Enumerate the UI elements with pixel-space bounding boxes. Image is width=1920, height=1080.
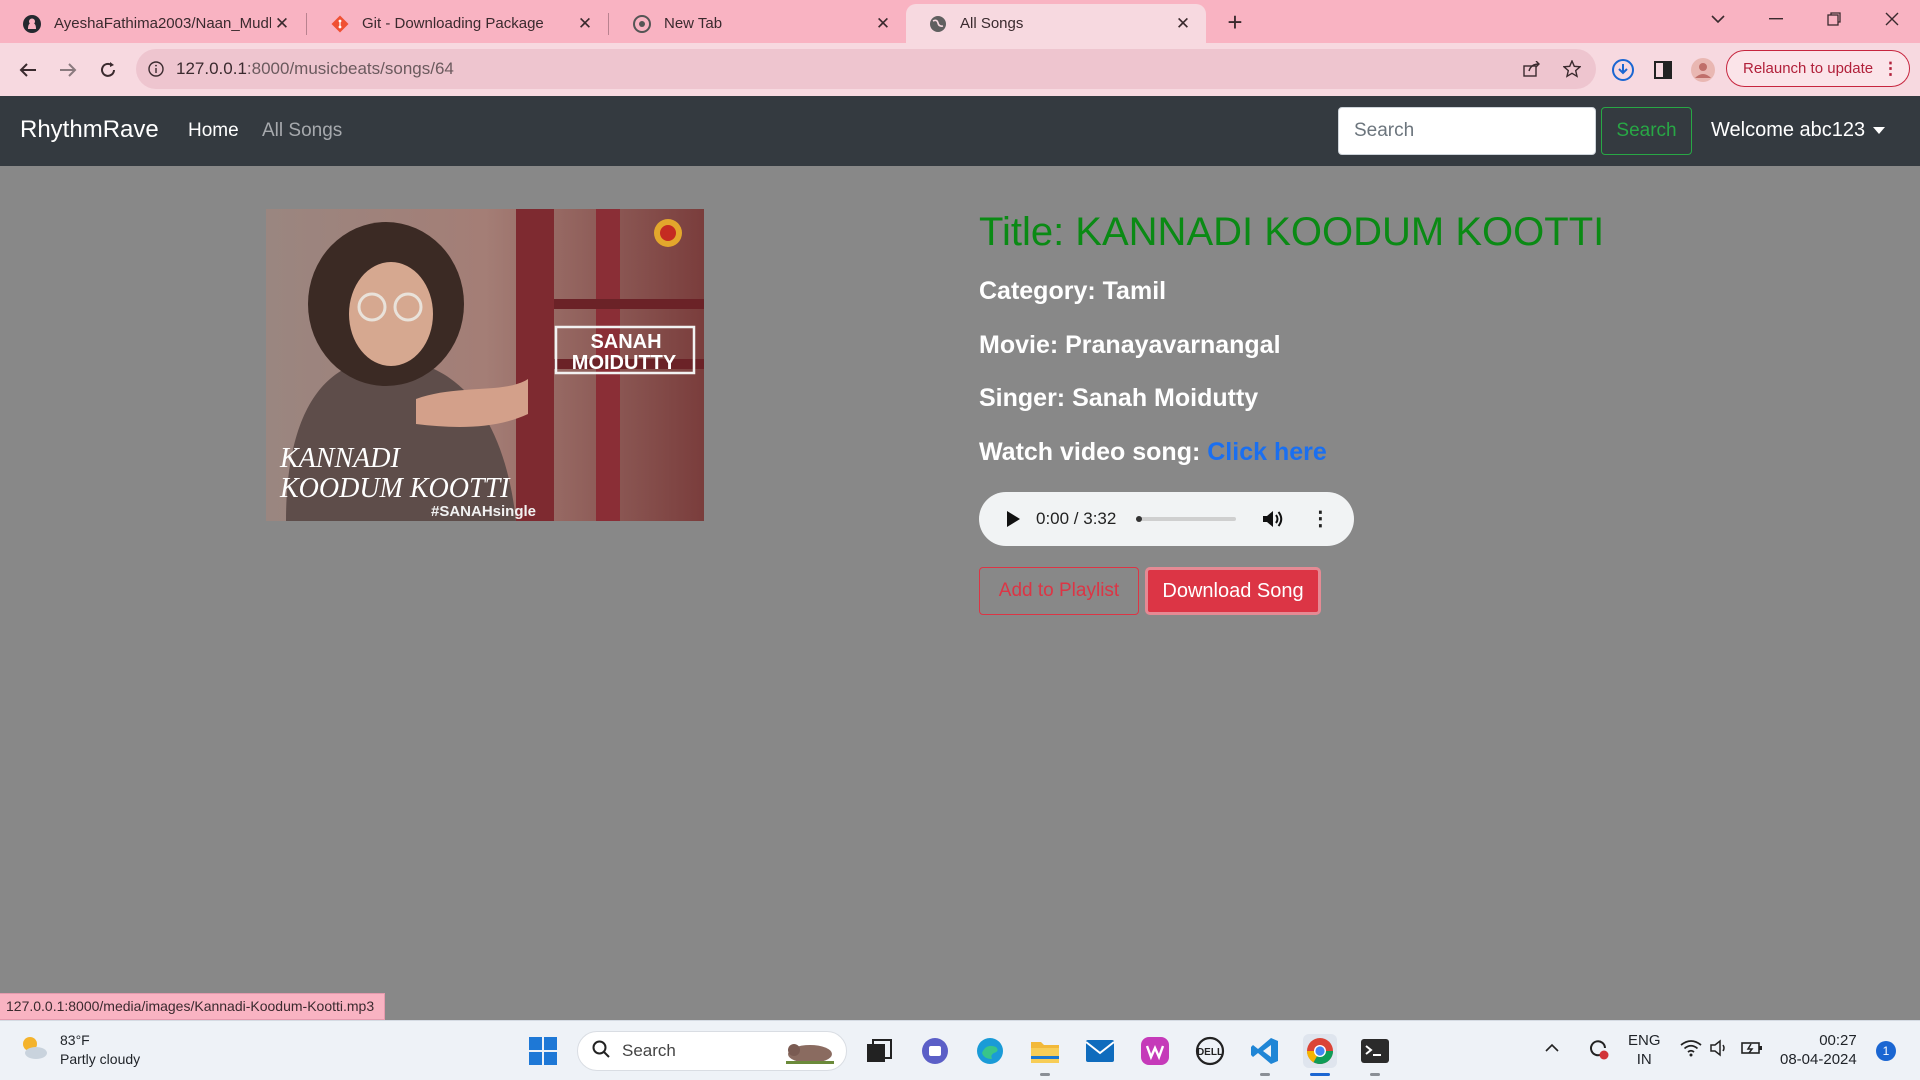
close-icon[interactable]: ✕ [872, 14, 894, 34]
song-video: Watch video song: Click here [979, 438, 1327, 466]
audio-seek-slider[interactable] [1136, 516, 1237, 522]
site-info-icon[interactable] [136, 61, 176, 77]
cover-tag: #SANAHsingle [431, 503, 536, 520]
welcome-text: Welcome abc123 [1711, 119, 1866, 141]
weather-condition: Partly cloudy [60, 1051, 141, 1067]
close-window-icon[interactable] [1864, 0, 1920, 38]
search-highlight-icon [780, 1038, 836, 1071]
download-icon[interactable] [1607, 54, 1639, 86]
nav-all-songs-link[interactable]: All Songs [262, 120, 342, 142]
back-arrow-icon[interactable] [12, 54, 44, 86]
show-hidden-icons-chevron[interactable] [1545, 1039, 1559, 1058]
relaunch-update-button[interactable]: Relaunch to update ⋮ [1726, 50, 1910, 87]
song-details: Title: KANNADI KOODUM KOOTTI Category: T… [979, 206, 1879, 471]
tab-title: Git - Downloading Package [362, 15, 544, 32]
download-song-button[interactable]: Download Song [1145, 567, 1321, 615]
sync-alert-icon[interactable] [1586, 1037, 1610, 1066]
chrome-icon [632, 14, 652, 34]
tab-github[interactable]: AyeshaFathima2003/Naan_Mudh ✕ [0, 4, 305, 43]
close-icon[interactable]: ✕ [271, 14, 293, 34]
search-input[interactable] [1338, 107, 1596, 155]
album-cover-image: SANAH MOIDUTTY KANNADI KOODUM KOOTTI #SA… [266, 209, 704, 521]
reload-icon[interactable] [92, 54, 124, 86]
song-title: Title: KANNADI KOODUM KOOTTI [979, 210, 1605, 254]
wps-office-icon[interactable] [1138, 1034, 1172, 1068]
bookmark-star-icon[interactable] [1554, 49, 1590, 89]
globe-icon [928, 14, 948, 34]
user-menu-dropdown[interactable]: Welcome abc123 [1711, 119, 1886, 142]
notification-badge[interactable]: 1 [1876, 1041, 1896, 1061]
tab-title: New Tab [664, 15, 723, 32]
site-navbar: RhythmRave Home All Songs Search Welcome… [0, 96, 1920, 166]
taskbar-search[interactable]: Search [577, 1031, 847, 1071]
tab-git-download[interactable]: Git - Downloading Package ✕ [308, 4, 608, 43]
weather-widget[interactable]: 83°F Partly cloudy [18, 1031, 140, 1069]
site-brand[interactable]: RhythmRave [20, 116, 159, 144]
tab-title: All Songs [960, 15, 1024, 32]
cover-song-line1: KANNADI [279, 443, 401, 474]
vscode-icon[interactable] [1248, 1034, 1282, 1068]
teams-chat-icon[interactable] [918, 1034, 952, 1068]
clock-time: 00:27 [1819, 1032, 1857, 1049]
more-menu-icon[interactable]: ⋮ [1882, 59, 1899, 79]
new-tab-button[interactable]: + [1220, 8, 1250, 38]
tab-search-chevron-icon[interactable] [1690, 0, 1746, 38]
share-icon[interactable] [1514, 49, 1550, 89]
tab-new-tab[interactable]: New Tab ✕ [610, 4, 906, 43]
audio-player: 0:00 / 3:32 ⋮ [979, 492, 1354, 546]
forward-arrow-icon[interactable] [52, 54, 84, 86]
github-icon [22, 14, 42, 34]
nav-home-link[interactable]: Home [188, 120, 239, 142]
partly-cloudy-icon [18, 1032, 50, 1069]
song-singer: Singer: Sanah Moidutty [979, 384, 1259, 412]
input-language[interactable]: ENG IN [1628, 1031, 1661, 1069]
audio-time: 0:00 / 3:32 [1036, 509, 1117, 528]
wifi-icon[interactable] [1680, 1039, 1702, 1062]
close-icon[interactable]: ✕ [1172, 14, 1194, 34]
svg-text:DELL: DELL [1197, 1047, 1223, 1058]
browser-tab-strip: AyeshaFathima2003/Naan_Mudh ✕ Git - Down… [0, 0, 1920, 43]
weather-temperature: 83°F [60, 1032, 90, 1048]
git-icon [330, 14, 350, 34]
file-explorer-icon[interactable] [1028, 1034, 1062, 1068]
edge-icon[interactable] [973, 1034, 1007, 1068]
close-icon[interactable]: ✕ [574, 14, 596, 34]
song-movie: Movie: Pranayavarnangal [979, 331, 1281, 359]
search-button[interactable]: Search [1601, 107, 1692, 155]
dell-icon[interactable]: DELL [1193, 1034, 1227, 1068]
profile-avatar-icon[interactable] [1687, 54, 1719, 86]
task-view-icon[interactable] [862, 1034, 896, 1068]
cover-artist-line2: MOIDUTTY [572, 352, 677, 374]
play-icon[interactable] [1007, 511, 1020, 527]
windows-taskbar: 83°F Partly cloudy Search DELL ENG IN 00… [0, 1020, 1920, 1080]
cover-artist-line1: SANAH [590, 331, 661, 353]
search-icon [592, 1040, 610, 1063]
watch-video-link[interactable]: Click here [1207, 438, 1327, 466]
taskbar-search-label: Search [622, 1041, 676, 1060]
link-status-bubble: 127.0.0.1:8000/media/images/Kannadi-Kood… [0, 993, 386, 1020]
audio-more-options-icon[interactable]: ⋮ [1310, 509, 1330, 529]
tab-title: AyeshaFathima2003/Naan_Mudh [54, 15, 271, 32]
url-text: 127.0.0.1:8000/musicbeats/songs/64 [176, 59, 454, 78]
side-panel-icon[interactable] [1647, 54, 1679, 86]
add-to-playlist-button[interactable]: Add to Playlist [979, 567, 1139, 615]
clock-date: 08-04-2024 [1780, 1051, 1857, 1068]
chrome-taskbar-icon[interactable] [1303, 1034, 1337, 1068]
windows-start-icon[interactable] [526, 1034, 560, 1068]
browser-toolbar: 127.0.0.1:8000/musicbeats/songs/64 Relau… [0, 43, 1920, 96]
song-category: Category: Tamil [979, 277, 1167, 305]
address-bar[interactable]: 127.0.0.1:8000/musicbeats/songs/64 [136, 49, 1596, 89]
speaker-icon[interactable] [1710, 1039, 1730, 1062]
tab-all-songs[interactable]: All Songs ✕ [906, 4, 1206, 43]
system-clock[interactable]: 00:27 08-04-2024 [1780, 1031, 1857, 1069]
cover-song-line2: KOODUM KOOTTI [279, 473, 511, 504]
caret-down-icon [1873, 127, 1886, 134]
battery-icon[interactable] [1740, 1039, 1764, 1062]
minimize-icon[interactable] [1748, 0, 1804, 38]
mail-icon[interactable] [1083, 1034, 1117, 1068]
volume-icon[interactable] [1262, 508, 1284, 530]
terminal-icon[interactable] [1358, 1034, 1392, 1068]
restore-icon[interactable] [1806, 0, 1862, 38]
